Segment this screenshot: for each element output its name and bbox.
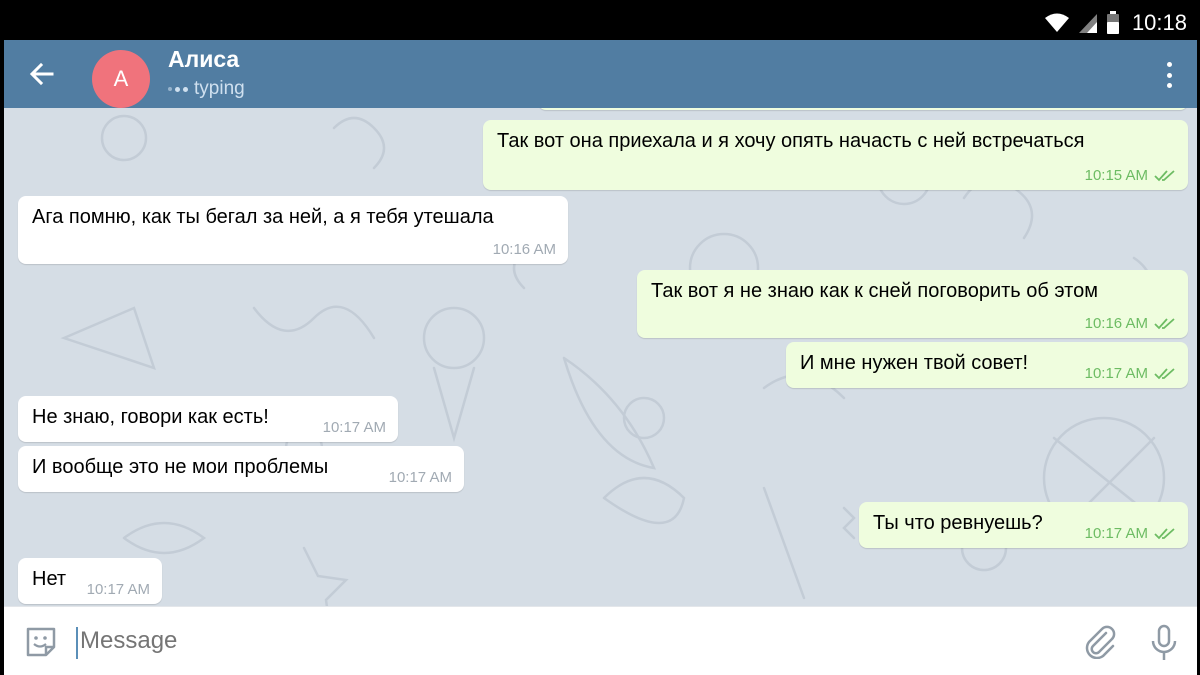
- message-meta: 10:17 AM: [87, 581, 150, 598]
- message-input[interactable]: [80, 627, 880, 655]
- message-meta: 10:16 AM: [493, 241, 556, 258]
- status-icons: 10:18: [1044, 6, 1187, 40]
- message-composer: [4, 606, 1197, 675]
- message-bubble-incoming[interactable]: Не знаю, говори как есть! 10:17 AM: [18, 396, 398, 442]
- message-time: 10:17 AM: [1084, 365, 1148, 382]
- signal-icon: [1078, 14, 1097, 33]
- clock: 10:18: [1131, 10, 1187, 35]
- message-text: Так вот она приехала и я хочу опять нача…: [497, 130, 1085, 152]
- microphone-icon[interactable]: [1148, 623, 1180, 663]
- wifi-icon: [1044, 13, 1069, 32]
- message-meta: 10:17 AM: [389, 469, 452, 486]
- double-check-icon: [1154, 169, 1175, 181]
- arrow-left-icon[interactable]: [26, 58, 58, 90]
- message-time: 10:17 AM: [86, 581, 150, 598]
- message-bubble-incoming[interactable]: Нет 10:17 AM: [18, 558, 162, 604]
- message-text: Ага помню, как ты бегал за ней, а я тебя…: [32, 206, 494, 228]
- chat-header: A Алиса typing: [4, 40, 1197, 108]
- message-text: И вообще это не мои проблемы: [32, 456, 329, 478]
- message-time: 10:16 AM: [1084, 315, 1148, 332]
- message-bubble-outgoing[interactable]: И мне нужен твой совет! 10:17 AM: [786, 342, 1188, 388]
- message-time: 10:17 AM: [322, 419, 386, 436]
- avatar[interactable]: A: [92, 50, 150, 108]
- double-check-icon: [1154, 367, 1175, 379]
- double-check-icon: [1154, 527, 1175, 539]
- message-time: 10:16 AM: [492, 241, 556, 258]
- message-bubble-outgoing[interactable]: Так вот она приехала и я хочу опять нача…: [483, 120, 1188, 190]
- message-meta: 10:17 AM: [323, 419, 386, 436]
- typing-dots-icon: [168, 86, 188, 92]
- previous-message-edge: [538, 108, 1188, 110]
- message-time: 10:17 AM: [1084, 525, 1148, 542]
- chat-status: typing: [168, 78, 245, 100]
- double-check-icon: [1154, 317, 1175, 329]
- message-meta: 10:15 AM: [1085, 167, 1176, 184]
- message-bubble-outgoing[interactable]: Ты что ревнуешь? 10:17 AM: [859, 502, 1188, 548]
- message-time: 10:15 AM: [1084, 167, 1148, 184]
- message-bubble-incoming[interactable]: И вообще это не мои проблемы 10:17 AM: [18, 446, 464, 492]
- message-text: Так вот я не знаю как к сней поговорить …: [651, 280, 1098, 302]
- message-bubble-outgoing[interactable]: Так вот я не знаю как к сней поговорить …: [637, 270, 1188, 338]
- message-bubble-incoming[interactable]: Ага помню, как ты бегал за ней, а я тебя…: [18, 196, 568, 264]
- message-meta: 10:16 AM: [1085, 315, 1176, 332]
- paperclip-icon[interactable]: [1082, 623, 1118, 659]
- sticker-emoji-icon[interactable]: [24, 625, 58, 659]
- avatar-letter: A: [113, 66, 129, 91]
- status-bar: 10:18: [4, 6, 1197, 40]
- typing-label: typing: [194, 78, 245, 99]
- chat-title[interactable]: Алиса: [168, 46, 239, 73]
- message-list[interactable]: Так вот она приехала и я хочу опять нача…: [4, 108, 1197, 606]
- more-vertical-icon[interactable]: [1159, 60, 1179, 90]
- message-meta: 10:17 AM: [1085, 525, 1176, 542]
- message-meta: 10:17 AM: [1085, 365, 1176, 382]
- phone-screen: 10:18 A Алиса typing Так вот она приехал…: [4, 6, 1197, 675]
- text-caret: [76, 627, 78, 659]
- battery-icon: [1106, 11, 1119, 34]
- message-time: 10:17 AM: [388, 469, 452, 486]
